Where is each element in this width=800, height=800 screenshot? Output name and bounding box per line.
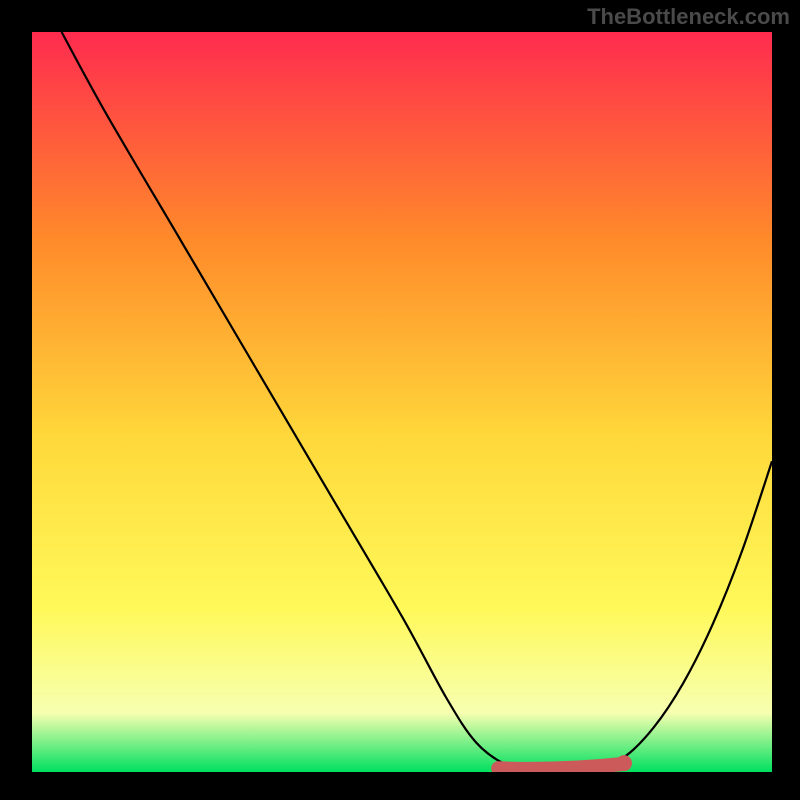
plot-svg [32, 32, 772, 772]
watermark-text: TheBottleneck.com [587, 4, 790, 30]
gradient-background [32, 32, 772, 772]
chart-frame: TheBottleneck.com [0, 0, 800, 800]
optimal-band-marker [498, 764, 624, 769]
optimal-end-dot [616, 755, 632, 771]
plot-area [32, 32, 772, 772]
